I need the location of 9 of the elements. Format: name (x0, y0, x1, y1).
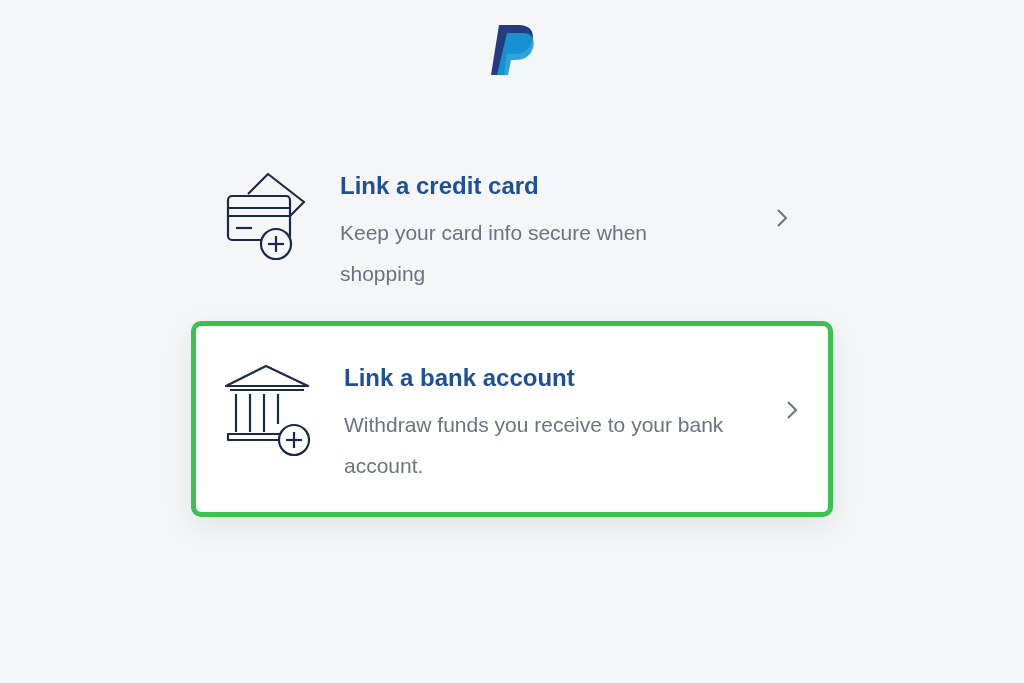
option-title: Link a bank account (344, 363, 576, 393)
option-title: Link a credit card (340, 171, 540, 201)
option-description: Keep your card info secure when shopping (340, 220, 648, 287)
chevron-right-icon (786, 400, 798, 420)
logo (489, 25, 535, 75)
option-card[interactable]: Link a bank account Withdraw funds you receive to your bank account. (191, 321, 833, 517)
option-card[interactable]: Link a credit card Keep your card info secure when shopping (191, 160, 833, 309)
chevron-right-icon (776, 208, 788, 228)
option-description: Withdraw funds you receive to your bank account. (344, 412, 725, 479)
